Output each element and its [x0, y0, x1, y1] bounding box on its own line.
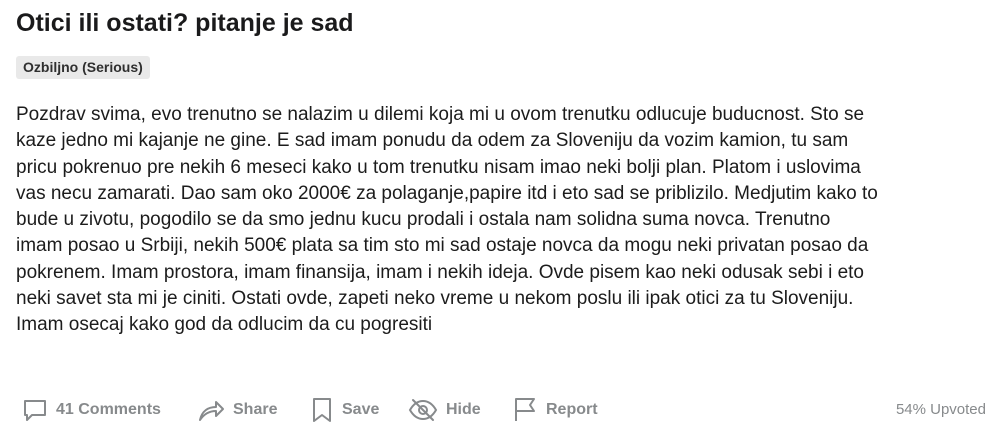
body-line: bude u zivotu, pogodilo se da smo jednu … — [16, 209, 831, 231]
comments-label: 41 Comments — [56, 401, 161, 418]
save-button[interactable]: Save — [310, 392, 379, 428]
comments-button[interactable]: 41 Comments — [22, 392, 161, 428]
body-line: neki savet sta mi je ciniti. Ostati ovde… — [16, 288, 854, 310]
share-button[interactable]: Share — [197, 392, 277, 428]
post-title[interactable]: Otici ili ostati? pitanje je sad — [16, 9, 354, 38]
hide-label: Hide — [446, 401, 481, 418]
comment-icon — [22, 397, 48, 423]
share-icon — [197, 397, 225, 423]
post-body: Pozdrav svima, evo trenutno se nalazim u… — [16, 102, 991, 339]
flag-icon — [512, 396, 538, 424]
eye-slash-icon — [408, 397, 438, 423]
bookmark-icon — [310, 396, 334, 424]
hide-button[interactable]: Hide — [408, 392, 481, 428]
upvote-ratio: 54% Upvoted — [895, 401, 986, 418]
share-label: Share — [233, 401, 278, 418]
post-action-bar: 41 Comments Share Save Hide Report 54% U… — [16, 392, 986, 428]
body-line: Pozdrav svima, evo trenutno se nalazim u… — [16, 104, 865, 125]
body-line: imam posao u Srbiji, nekih 500€ plata sa… — [16, 235, 869, 257]
body-line: pricu pokrenuo pre nekih 6 meseci kako u… — [16, 156, 861, 178]
body-line: Imam osecaj kako god da odlucim da cu po… — [16, 314, 433, 336]
post-card: Otici ili ostati? pitanje je sad Ozbiljn… — [0, 0, 1000, 448]
save-label: Save — [342, 401, 380, 418]
report-button[interactable]: Report — [512, 392, 598, 428]
body-line: kaze jedno mi kajanje ne gine. E sad ima… — [16, 130, 849, 152]
report-label: Report — [546, 401, 598, 418]
body-line: pokrenem. Imam prostora, imam finansija,… — [16, 261, 864, 283]
post-flair[interactable]: Ozbiljno (Serious) — [16, 56, 150, 79]
body-line: vas necu zamarati. Dao sam oko 2000€ za … — [16, 182, 878, 204]
